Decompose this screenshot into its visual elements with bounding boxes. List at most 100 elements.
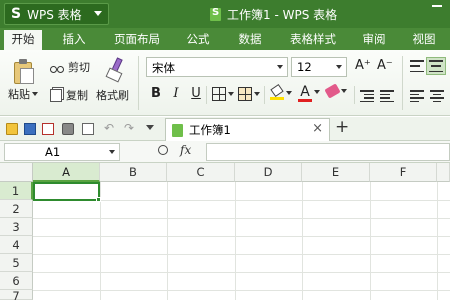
paste-icon[interactable] bbox=[12, 58, 36, 86]
chevron-down-icon bbox=[32, 92, 38, 96]
open-folder-icon[interactable] bbox=[6, 123, 18, 135]
column-header-e[interactable]: E bbox=[302, 163, 370, 182]
copy-button[interactable]: 复制 bbox=[50, 87, 88, 103]
cut-button[interactable]: 剪切 bbox=[50, 59, 90, 75]
row-header-3[interactable]: 3 bbox=[0, 218, 33, 236]
chevron-down-icon bbox=[341, 89, 347, 93]
indent-increase-button[interactable] bbox=[380, 90, 394, 102]
format-painter-button[interactable]: 格式刷 bbox=[96, 87, 129, 103]
cut-label: 剪切 bbox=[68, 61, 90, 74]
chevron-down-icon bbox=[286, 91, 292, 95]
font-name-value: 宋体 bbox=[152, 61, 175, 75]
italic-button[interactable]: I bbox=[168, 84, 184, 104]
underline-button[interactable]: U bbox=[188, 84, 204, 104]
quick-access-toolbar: ↶ ↷ 工作簿1 × + bbox=[0, 117, 450, 141]
name-box[interactable]: A1 bbox=[4, 143, 120, 161]
align-left-button[interactable] bbox=[410, 90, 424, 102]
insert-function-button[interactable]: fx bbox=[180, 143, 191, 157]
font-size-select[interactable]: 12 bbox=[291, 57, 347, 77]
row-header-2[interactable]: 2 bbox=[0, 200, 33, 218]
customize-toolbar-icon[interactable] bbox=[146, 125, 154, 130]
print-preview-icon[interactable] bbox=[82, 123, 94, 135]
format-painter-label: 格式刷 bbox=[96, 89, 129, 102]
fill-color-button[interactable] bbox=[270, 83, 292, 100]
eraser-icon bbox=[324, 83, 341, 99]
increase-font-size-button[interactable]: A⁺ bbox=[355, 58, 371, 73]
divider bbox=[138, 56, 139, 110]
chevron-down-icon bbox=[228, 92, 234, 96]
decrease-font-size-button[interactable]: A⁻ bbox=[377, 58, 393, 73]
column-header-a[interactable]: A bbox=[33, 163, 100, 182]
chevron-down-icon bbox=[336, 65, 342, 69]
format-painter-icon[interactable] bbox=[105, 57, 125, 86]
spreadsheet-grid[interactable]: A B C D E F 1 2 3 4 5 6 7 bbox=[0, 163, 450, 302]
redo-icon[interactable]: ↷ bbox=[124, 121, 134, 135]
print-icon[interactable] bbox=[62, 123, 74, 135]
column-header-g[interactable] bbox=[437, 163, 450, 182]
select-all-corner[interactable] bbox=[0, 163, 33, 182]
row-header-4[interactable]: 4 bbox=[0, 236, 33, 254]
fill-handle[interactable] bbox=[96, 197, 101, 202]
title-bar: S WPS 表格 工作簿1 - WPS 表格 bbox=[0, 0, 450, 28]
tab-formulas[interactable]: 公式 bbox=[178, 28, 218, 50]
font-color-button[interactable]: A bbox=[298, 84, 320, 102]
app-menu-button[interactable]: S WPS 表格 bbox=[4, 3, 109, 25]
row-header-5[interactable]: 5 bbox=[0, 254, 33, 272]
chevron-down-icon bbox=[109, 150, 115, 154]
wps-logo-icon: S bbox=[11, 6, 22, 22]
tab-insert[interactable]: 插入 bbox=[52, 28, 96, 50]
window-title: 工作簿1 - WPS 表格 bbox=[210, 6, 337, 23]
tab-review[interactable]: 审阅 bbox=[352, 28, 396, 50]
gridline bbox=[33, 272, 450, 273]
search-icon[interactable] bbox=[158, 145, 168, 155]
clear-format-button[interactable] bbox=[324, 83, 347, 99]
row-header-6[interactable]: 6 bbox=[0, 272, 33, 290]
spreadsheet-doc-icon bbox=[172, 123, 183, 137]
undo-icon[interactable]: ↶ bbox=[104, 121, 114, 135]
tab-home[interactable]: 开始 bbox=[4, 28, 42, 50]
save-icon[interactable] bbox=[24, 123, 36, 135]
row-header-1[interactable]: 1 bbox=[0, 182, 33, 200]
chevron-down-icon bbox=[94, 11, 102, 16]
formula-input[interactable] bbox=[206, 143, 450, 161]
gridline bbox=[33, 218, 450, 219]
copy-label: 复制 bbox=[66, 89, 88, 102]
column-header-c[interactable]: C bbox=[167, 163, 235, 182]
align-top-icon bbox=[410, 60, 424, 72]
row-header-7[interactable]: 7 bbox=[0, 290, 33, 302]
divider bbox=[402, 56, 403, 110]
borders-icon bbox=[212, 87, 226, 101]
minimize-icon[interactable] bbox=[432, 5, 442, 7]
align-center-button[interactable] bbox=[430, 90, 444, 102]
ribbon: 粘贴 剪切 复制 格式刷 宋体 12 A⁺ A⁻ B I U A bbox=[0, 50, 450, 116]
indent-icon bbox=[360, 90, 374, 102]
borders-button[interactable] bbox=[212, 87, 234, 101]
new-tab-button[interactable]: + bbox=[335, 117, 349, 137]
column-header-b[interactable]: B bbox=[100, 163, 167, 182]
align-center-icon bbox=[430, 90, 444, 102]
app-name: WPS 表格 bbox=[27, 7, 82, 22]
paste-button[interactable]: 粘贴 bbox=[8, 86, 38, 102]
divider bbox=[206, 86, 207, 104]
active-cell-a1[interactable] bbox=[33, 182, 100, 201]
indent-decrease-button[interactable] bbox=[360, 90, 374, 102]
chevron-down-icon bbox=[254, 92, 260, 96]
align-top-button[interactable] bbox=[410, 60, 424, 72]
export-pdf-icon[interactable] bbox=[42, 123, 54, 135]
bold-button[interactable]: B bbox=[148, 84, 164, 104]
scissors-icon bbox=[50, 61, 64, 73]
tab-page-layout[interactable]: 页面布局 bbox=[106, 28, 168, 50]
close-tab-icon[interactable]: × bbox=[312, 121, 323, 136]
outdent-icon bbox=[380, 90, 394, 102]
window-title-text: 工作簿1 - WPS 表格 bbox=[227, 8, 338, 22]
tab-view[interactable]: 视图 bbox=[404, 28, 444, 50]
align-middle-button[interactable] bbox=[426, 57, 446, 75]
tab-data[interactable]: 数据 bbox=[228, 28, 272, 50]
column-header-d[interactable]: D bbox=[235, 163, 302, 182]
column-header-f[interactable]: F bbox=[370, 163, 437, 182]
cell-style-button[interactable] bbox=[238, 87, 260, 101]
tab-table-style[interactable]: 表格样式 bbox=[280, 28, 346, 50]
font-name-select[interactable]: 宋体 bbox=[146, 57, 288, 77]
spreadsheet-doc-icon bbox=[210, 7, 221, 21]
document-tab[interactable]: 工作簿1 × bbox=[165, 118, 330, 141]
